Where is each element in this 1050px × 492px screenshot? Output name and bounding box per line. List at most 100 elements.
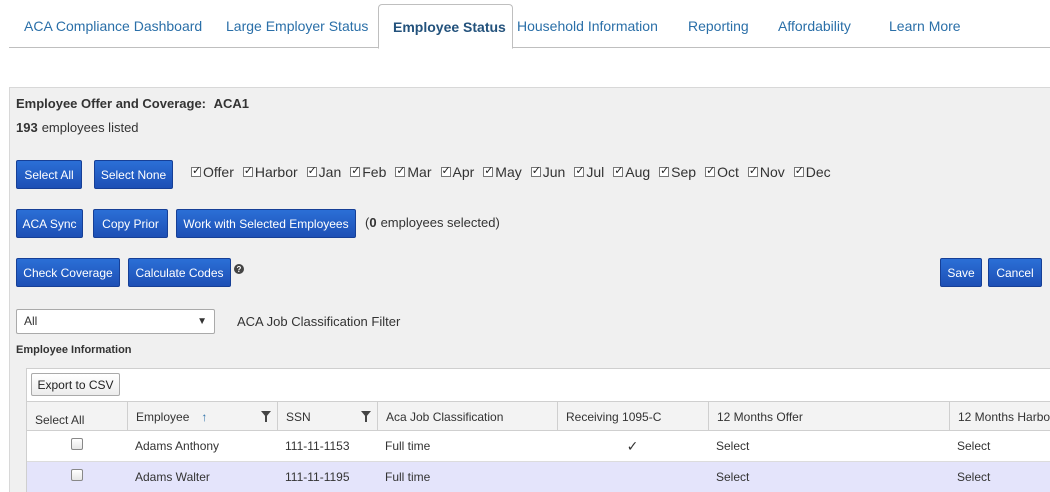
help-icon[interactable]: ?	[234, 264, 244, 274]
aca-sync-button[interactable]: ACA Sync	[16, 209, 83, 238]
header-aca-job-classification[interactable]: Aca Job Classification	[377, 402, 557, 431]
select-all-button[interactable]: Select All	[16, 160, 82, 189]
checkbox-label: Sep	[671, 164, 697, 180]
copy-prior-button[interactable]: Copy Prior	[93, 209, 168, 238]
cell-classification: Full time	[385, 439, 431, 453]
filter-icon[interactable]	[361, 411, 371, 422]
checkbox-box[interactable]	[395, 164, 406, 177]
checkbox-box[interactable]	[530, 164, 541, 177]
cancel-button[interactable]: Cancel	[988, 258, 1042, 287]
export-csv-button[interactable]: Export to CSV	[31, 373, 120, 396]
grid-header: Select All Employee ↑ SSN Aca Job Classi…	[27, 401, 1050, 431]
checkbox-nov[interactable]: Nov	[747, 164, 785, 180]
tab-affordability[interactable]: Affordability	[778, 18, 851, 34]
checkbox-label: Aug	[625, 164, 651, 180]
checkbox-box[interactable]	[440, 164, 451, 177]
select-none-button[interactable]: Select None	[94, 160, 173, 189]
checkbox-aug[interactable]: Aug	[613, 164, 650, 180]
selected-count: 0	[369, 215, 377, 230]
checkbox-box[interactable]	[613, 164, 623, 177]
cell-receiving	[557, 462, 708, 492]
checkbox-dec[interactable]: Dec	[793, 164, 831, 180]
tab-large-employer-status[interactable]: Large Employer Status	[226, 18, 368, 34]
checkbox-label: Nov	[759, 164, 785, 180]
checkbox-label: Dec	[805, 164, 831, 180]
header-label: Receiving 1095-C	[566, 409, 662, 424]
tab-learn-more[interactable]: Learn More	[889, 18, 961, 34]
save-button[interactable]: Save	[940, 258, 982, 287]
checkbox-box[interactable]	[191, 164, 201, 177]
employee-offer-panel: Employee Offer and Coverage: ACA1 193 emp…	[9, 87, 1050, 492]
checkbox-box[interactable]	[242, 164, 253, 177]
checkbox-oct[interactable]: Oct	[705, 164, 739, 180]
cell-harbor-select[interactable]: Select	[949, 462, 1050, 492]
tab-household-information[interactable]: Household Information	[517, 18, 658, 34]
checkbox-label: Apr	[452, 164, 475, 180]
header-ssn[interactable]: SSN	[277, 402, 377, 431]
filter-label: ACA Job Classification Filter	[237, 314, 401, 329]
employee-count-number: 193	[16, 120, 38, 135]
header-label: Select All	[35, 412, 85, 427]
table-row[interactable]: Adams Anthony 111-11-1153 Full time ✓ Se…	[27, 431, 1050, 462]
job-classification-select[interactable]: All ▼	[16, 309, 215, 334]
selected-count-text: (0 employees selected)	[365, 215, 500, 230]
column-toggle-checkboxes: Offer Harbor Jan Feb Mar Apr May Jun Jul…	[191, 164, 840, 180]
check-coverage-button[interactable]: Check Coverage	[16, 258, 120, 287]
cell-offer-select[interactable]: Select	[708, 431, 949, 461]
section-heading: Employee Information	[16, 344, 132, 356]
table-row[interactable]: Adams Walter 111-11-1195 Full time Selec…	[27, 462, 1050, 492]
work-with-selected-button[interactable]: Work with Selected Employees	[176, 209, 356, 238]
checkbox-label: Mar	[407, 164, 432, 180]
header-label: 12 Months Harbor	[958, 409, 1050, 424]
chevron-down-icon: ▼	[197, 316, 207, 327]
cell-offer-select[interactable]: Select	[708, 462, 949, 492]
checkbox-box[interactable]	[574, 164, 585, 177]
selected-suffix: employees selected)	[380, 215, 500, 230]
sort-ascending-icon[interactable]: ↑	[201, 410, 207, 424]
checkbox-apr[interactable]: Apr	[440, 164, 475, 180]
checkbox-label: Oct	[717, 164, 739, 180]
tab-aca-compliance-dashboard[interactable]: ACA Compliance Dashboard	[24, 18, 202, 34]
filter-icon[interactable]	[261, 411, 271, 422]
tab-reporting[interactable]: Reporting	[688, 18, 749, 34]
select-value: All	[24, 314, 38, 328]
header-select-all[interactable]: Select All	[27, 402, 127, 431]
checkbox-label: Jun	[542, 164, 566, 180]
page-title: Employee Offer and Coverage: ACA1	[16, 96, 249, 111]
row-checkbox[interactable]	[71, 438, 83, 450]
checkbox-box[interactable]	[483, 164, 494, 177]
checkbox-box[interactable]	[705, 164, 715, 177]
header-12-months-harbor[interactable]: 12 Months Harbor	[949, 402, 1050, 431]
cell-classification: Full time	[385, 470, 431, 484]
header-label: Aca Job Classification	[386, 409, 504, 424]
calculate-codes-button[interactable]: Calculate Codes	[128, 258, 231, 287]
checkbox-harbor[interactable]: Harbor	[242, 164, 298, 180]
header-receiving-1095c[interactable]: Receiving 1095-C	[557, 402, 708, 431]
checkbox-box[interactable]	[350, 164, 360, 177]
checkbox-box[interactable]	[306, 164, 317, 177]
cell-harbor-select[interactable]: Select	[949, 431, 1050, 461]
checkbox-jul[interactable]: Jul	[574, 164, 604, 180]
checkbox-mar[interactable]: Mar	[395, 164, 432, 180]
page-title-label: Employee Offer and Coverage:	[16, 96, 206, 111]
cell-employee: Adams Anthony	[135, 439, 220, 453]
checkbox-label: Jul	[586, 164, 605, 180]
checkbox-box[interactable]	[659, 164, 669, 177]
header-label: 12 Months Offer	[717, 409, 803, 424]
header-label: SSN	[286, 409, 311, 424]
checkbox-jan[interactable]: Jan	[306, 164, 341, 180]
checkbox-jun[interactable]: Jun	[530, 164, 566, 180]
checkbox-box[interactable]	[747, 164, 758, 177]
checkbox-may[interactable]: May	[483, 164, 522, 180]
header-12-months-offer[interactable]: 12 Months Offer	[708, 402, 949, 431]
checkbox-sep[interactable]: Sep	[659, 164, 696, 180]
checkbox-offer[interactable]: Offer	[191, 164, 234, 180]
cell-employee: Adams Walter	[135, 470, 210, 484]
row-checkbox[interactable]	[71, 469, 83, 481]
checkbox-feb[interactable]: Feb	[350, 164, 386, 180]
header-employee[interactable]: Employee ↑	[127, 402, 277, 431]
tab-employee-status[interactable]: Employee Status	[378, 4, 513, 49]
employee-count: 193 employees listed	[16, 120, 139, 135]
checkbox-label: Feb	[362, 164, 387, 180]
checkbox-box[interactable]	[793, 164, 804, 177]
